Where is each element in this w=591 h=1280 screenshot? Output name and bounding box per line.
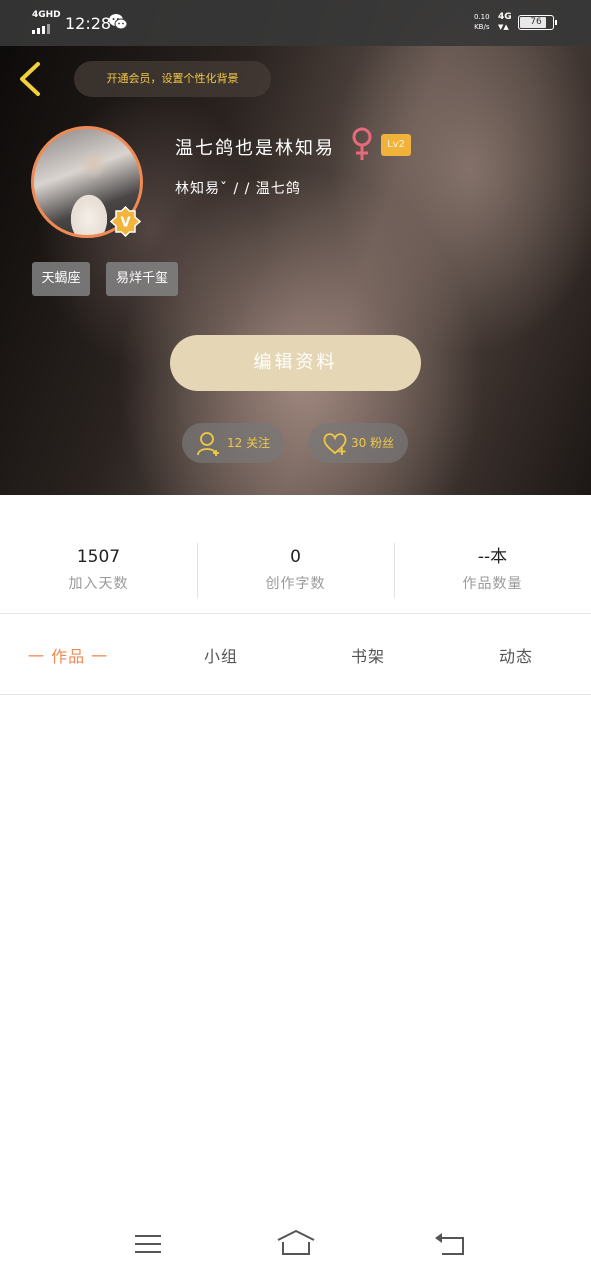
nickname: 温七鸽也是林知易: [175, 138, 335, 159]
stat-word-count: 0 创作字数: [197, 545, 394, 593]
network-type-right: 4G ▼▲: [498, 12, 512, 32]
tab-moments[interactable]: 动态: [499, 643, 533, 667]
tab-works[interactable]: 一 作品 一: [28, 643, 108, 667]
stat-join-days: 1507 加入天数: [0, 545, 197, 593]
stat-works-count: --本 作品数量: [394, 545, 591, 593]
level-badge: Lv2: [381, 134, 411, 156]
network-speed: 0.10 KB/s: [474, 12, 490, 32]
following-count: 12 关注: [227, 436, 271, 450]
profile-tabs: 一 作品 一 小组 书架 动态: [0, 615, 591, 695]
speed-value: 0.10: [474, 13, 490, 21]
heart-plus-icon: [323, 433, 347, 455]
battery-level: 76: [530, 17, 542, 27]
female-icon: [352, 127, 372, 160]
vip-v-icon: V: [110, 206, 141, 237]
status-bar: 4GHD 12:28 0.10 KB/s 4G ▼▲ 76: [0, 0, 591, 46]
edit-profile-button[interactable]: 编辑资料: [170, 335, 421, 391]
signal-bars-icon: [32, 24, 50, 34]
data-arrows-icon: ▼▲: [498, 23, 509, 31]
home-icon[interactable]: [276, 1228, 316, 1260]
vip-background-button[interactable]: 开通会员，设置个性化背景: [74, 61, 271, 97]
back-icon[interactable]: [430, 1228, 470, 1260]
svg-text:V: V: [120, 216, 130, 231]
stat-label: 作品数量: [462, 576, 523, 592]
speed-unit: KB/s: [474, 23, 490, 31]
followers-button[interactable]: 30 粉丝: [308, 423, 408, 463]
followers-count: 30 粉丝: [351, 436, 395, 450]
wechat-icon: [109, 14, 128, 30]
battery-icon: 76: [518, 15, 557, 30]
back-arrow-icon[interactable]: [14, 58, 48, 100]
menu-icon[interactable]: [128, 1228, 168, 1260]
following-button[interactable]: 12 关注: [182, 423, 284, 463]
tab-groups[interactable]: 小组: [204, 643, 238, 667]
stat-label: 加入天数: [68, 576, 129, 592]
network-label: 4G: [498, 12, 512, 22]
network-type: 4GHD: [32, 10, 61, 20]
clock: 12:28: [65, 14, 112, 33]
profile-header: 4GHD 12:28 0.10 KB/s 4G ▼▲ 76 开通会员，设置个性化…: [0, 0, 591, 495]
add-user-icon: [197, 432, 219, 456]
system-nav-bar: [0, 1210, 591, 1280]
stat-value: 1507: [76, 547, 121, 567]
stat-value: --本: [477, 547, 508, 567]
stat-label: 创作字数: [265, 576, 326, 592]
stat-value: 0: [290, 547, 301, 567]
stats-panel: 1507 加入天数 0 创作字数 --本 作品数量: [0, 495, 591, 614]
tag-zodiac[interactable]: 天蝎座: [32, 262, 90, 296]
tag-idol[interactable]: 易烊千玺: [106, 262, 178, 296]
tab-bookshelf[interactable]: 书架: [351, 643, 385, 667]
signature: 林知易ˇ / / 温七鸽: [175, 181, 301, 197]
